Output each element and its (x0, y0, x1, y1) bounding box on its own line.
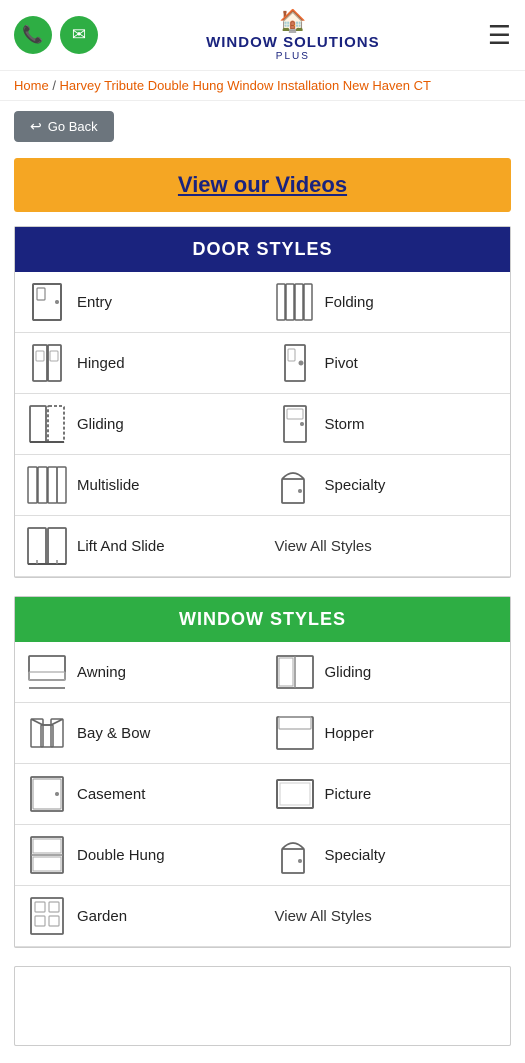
logo-sub: PLUS (276, 51, 310, 62)
door-pivot[interactable]: Pivot (263, 333, 511, 394)
door-view-all[interactable]: View All Styles (263, 516, 511, 577)
window-bay-bow-icon (27, 713, 67, 753)
logo-text: WINDOW SOLUTIONS (206, 34, 380, 51)
window-gliding[interactable]: Gliding (263, 642, 511, 703)
window-hopper-icon (275, 713, 315, 753)
window-garden[interactable]: Garden (15, 886, 263, 947)
door-styles-header: DOOR STYLES (15, 227, 510, 272)
window-casement-icon (27, 774, 67, 814)
window-awning-icon (27, 652, 67, 692)
door-specialty-icon (275, 465, 315, 505)
door-hinged-icon (27, 343, 67, 383)
logo: 🏠 WINDOW SOLUTIONS PLUS (206, 8, 380, 62)
window-garden-icon (27, 896, 67, 936)
door-multislide[interactable]: Multislide (15, 455, 263, 516)
back-button-wrap: Go Back (0, 101, 525, 152)
window-double-hung-icon (27, 835, 67, 875)
window-awning[interactable]: Awning (15, 642, 263, 703)
window-hopper-label: Hopper (325, 725, 374, 742)
window-garden-label: Garden (77, 908, 127, 925)
door-storm-label: Storm (325, 416, 365, 433)
window-styles-grid: Awning Gliding Bay & Bow Hopper (15, 642, 510, 947)
site-header: 📞 ✉ 🏠 WINDOW SOLUTIONS PLUS ☰ (0, 0, 525, 71)
door-multislide-label: Multislide (77, 477, 140, 494)
door-hinged[interactable]: Hinged (15, 333, 263, 394)
breadcrumb-home[interactable]: Home (14, 78, 49, 93)
breadcrumb: Home / Harvey Tribute Double Hung Window… (0, 71, 525, 101)
window-bay-bow-label: Bay & Bow (77, 725, 150, 742)
window-gliding-icon (275, 652, 315, 692)
phone-button[interactable]: 📞 (14, 16, 52, 54)
window-specialty-label: Specialty (325, 847, 386, 864)
window-hopper[interactable]: Hopper (263, 703, 511, 764)
contact-icons: 📞 ✉ (14, 16, 98, 54)
door-entry-label: Entry (77, 294, 112, 311)
door-folding[interactable]: Folding (263, 272, 511, 333)
window-specialty-icon (275, 835, 315, 875)
email-button[interactable]: ✉ (60, 16, 98, 54)
door-gliding[interactable]: Gliding (15, 394, 263, 455)
door-gliding-icon (27, 404, 67, 444)
door-entry[interactable]: Entry (15, 272, 263, 333)
door-entry-icon (27, 282, 67, 322)
breadcrumb-separator: / (52, 78, 59, 93)
window-awning-label: Awning (77, 664, 126, 681)
window-bay-bow[interactable]: Bay & Bow (15, 703, 263, 764)
window-picture[interactable]: Picture (263, 764, 511, 825)
door-hinged-label: Hinged (77, 355, 125, 372)
door-specialty-label: Specialty (325, 477, 386, 494)
door-lift-and-slide[interactable]: Lift And Slide (15, 516, 263, 577)
email-icon: ✉ (72, 25, 86, 45)
door-pivot-icon (275, 343, 315, 383)
window-specialty[interactable]: Specialty (263, 825, 511, 886)
window-picture-label: Picture (325, 786, 372, 803)
go-back-button[interactable]: Go Back (14, 111, 114, 142)
window-picture-icon (275, 774, 315, 814)
door-lift-and-slide-icon (27, 526, 67, 566)
window-gliding-label: Gliding (325, 664, 372, 681)
door-specialty[interactable]: Specialty (263, 455, 511, 516)
door-folding-icon (275, 282, 315, 322)
window-double-hung[interactable]: Double Hung (15, 825, 263, 886)
videos-link[interactable]: View our Videos (178, 172, 347, 197)
door-multislide-icon (27, 465, 67, 505)
hamburger-menu[interactable]: ☰ (488, 20, 511, 51)
window-view-all[interactable]: View All Styles (263, 886, 511, 947)
phone-icon: 📞 (22, 25, 43, 45)
window-styles-section: WINDOW STYLES Awning Gliding Bay & Bow (14, 596, 511, 948)
bottom-area (14, 966, 511, 1046)
door-storm[interactable]: Storm (263, 394, 511, 455)
breadcrumb-current[interactable]: Harvey Tribute Double Hung Window Instal… (60, 78, 431, 93)
logo-graphic: 🏠 (279, 8, 306, 34)
door-pivot-label: Pivot (325, 355, 358, 372)
videos-banner[interactable]: View our Videos (14, 158, 511, 212)
window-casement-label: Casement (77, 786, 145, 803)
window-styles-header: WINDOW STYLES (15, 597, 510, 642)
door-styles-grid: Entry Folding Hinged Pivot (15, 272, 510, 577)
window-casement[interactable]: Casement (15, 764, 263, 825)
door-folding-label: Folding (325, 294, 374, 311)
door-storm-icon (275, 404, 315, 444)
door-styles-section: DOOR STYLES Entry Folding Hinged (14, 226, 511, 578)
door-lift-and-slide-label: Lift And Slide (77, 538, 165, 555)
door-gliding-label: Gliding (77, 416, 124, 433)
window-double-hung-label: Double Hung (77, 847, 165, 864)
